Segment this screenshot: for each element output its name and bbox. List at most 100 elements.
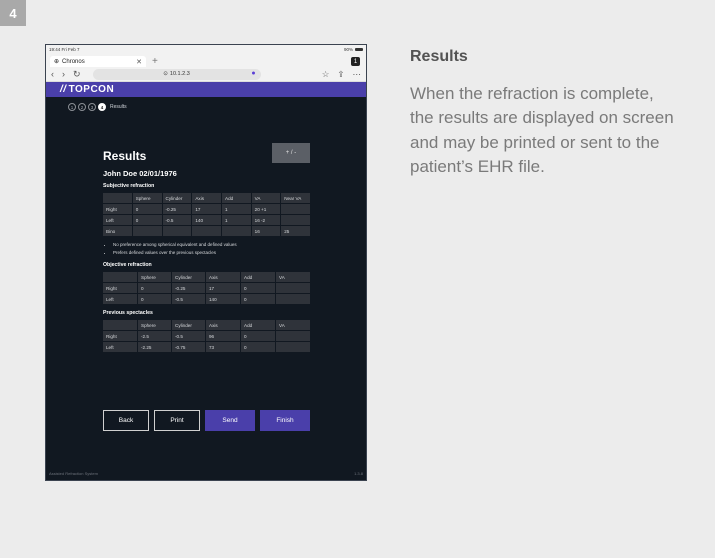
table-cell: 1 [222, 204, 251, 214]
header-cell: VA [276, 320, 310, 330]
table-row: Right 0 -0.25 17 0 [103, 283, 310, 293]
table-row: Left 0 -0.5 140 0 [103, 294, 310, 304]
browser-tab-bar: ⊕ Chronos ✕ + 1 [46, 53, 366, 67]
table-cell [276, 342, 310, 352]
header-cell: Axis [206, 272, 240, 282]
table-cell [276, 294, 310, 304]
step-2[interactable]: 2 [78, 103, 86, 111]
description-body: When the refraction is complete, the res… [410, 84, 674, 177]
header-cell: Add [241, 320, 275, 330]
plus-minus-toggle-button[interactable]: + / - [272, 143, 310, 163]
table-cell: -0.25 [172, 283, 205, 293]
row-label-cell: Bino [103, 226, 132, 236]
table-cell [281, 204, 310, 214]
row-label-cell: Left [103, 215, 132, 225]
row-label-cell: Right [103, 204, 132, 214]
table-cell: 17 [206, 283, 240, 293]
step-3[interactable]: 3 [88, 103, 96, 111]
header-cell: Add [222, 193, 251, 203]
forward-arrow-icon[interactable]: › [62, 69, 65, 79]
table-cell: 17 [192, 204, 221, 214]
status-time: 19:44 Fri Feb 7 [49, 46, 80, 52]
slide-card: 4 19:44 Fri Feb 7 90% ⊕ Chronos ✕ + 1 ‹ … [0, 0, 715, 558]
table-cell: -0.25 [162, 204, 192, 214]
table-cell: 0 [138, 283, 171, 293]
globe-icon: ⊕ [54, 59, 60, 65]
previous-section-title: Previous spectacles [103, 310, 153, 316]
table-cell: 0 [241, 331, 275, 341]
action-buttons: Back Print Send Finish [103, 410, 310, 431]
table-cell: -2.5 [138, 331, 171, 341]
table-cell [192, 226, 221, 236]
status-battery: 90% [344, 47, 363, 52]
table-row: Bino 16 25 [103, 226, 310, 236]
microphone-icon[interactable]: ● [251, 70, 255, 77]
send-button[interactable]: Send [205, 410, 255, 431]
more-options-icon[interactable]: ⋯ [353, 69, 362, 80]
table-row: Left 0 -0.5 140 1 16 -2 [103, 215, 310, 225]
objective-table: Sphere Cylinder Axis Add VA Right 0 -0.2… [102, 271, 311, 305]
table-row: Right -2.5 -0.5 96 0 [103, 331, 310, 341]
table-cell [132, 226, 162, 236]
footer-version: 1.3.8 [354, 471, 363, 476]
table-cell: -2.25 [138, 342, 171, 352]
back-arrow-icon[interactable]: ‹ [51, 69, 54, 79]
table-row: Right 0 -0.25 17 1 20 +1 [103, 204, 310, 214]
subjective-section-title: Subjective refraction [103, 183, 155, 189]
subjective-table: Sphere Cylinder Axis Add VA Near VA Righ… [102, 192, 311, 237]
results-content: Results + / - John Doe 02/01/1976 Subjec… [103, 143, 311, 353]
battery-icon [355, 47, 363, 52]
patient-info: John Doe 02/01/1976 [103, 169, 177, 178]
reload-icon[interactable]: ↻ [73, 69, 81, 80]
share-icon[interactable]: ⇪ [337, 69, 344, 80]
header-cell: Axis [192, 193, 221, 203]
header-cell [103, 272, 137, 282]
new-tab-icon[interactable]: + [152, 56, 158, 67]
step-4[interactable]: 4 [98, 103, 106, 111]
previous-table: Sphere Cylinder Axis Add VA Right -2.5 -… [102, 319, 311, 353]
table-cell: 0 [138, 294, 171, 304]
active-step-label: Results [110, 104, 127, 110]
table-cell: 140 [192, 215, 221, 225]
preference-notes: No preference among spherical equivalent… [113, 241, 311, 257]
header-cell: Cylinder [172, 320, 205, 330]
step-1[interactable]: 1 [68, 103, 76, 111]
topcon-logo: //TOPCON [60, 84, 115, 95]
tab-count-badge[interactable]: 1 [351, 57, 360, 66]
header-cell: Near VA [281, 193, 310, 203]
list-item: Prefers defined values over the previous… [113, 249, 311, 257]
finish-button[interactable]: Finish [260, 410, 310, 431]
browser-tab[interactable]: ⊕ Chronos ✕ [50, 56, 146, 67]
table-cell [276, 331, 310, 341]
header-cell: VA [276, 272, 310, 282]
url-bar[interactable]: ⊙ 10.1.2.3 ● [92, 68, 261, 80]
row-label-cell: Left [103, 342, 137, 352]
step-number-badge: 4 [0, 0, 26, 26]
table-cell: 0 [241, 294, 275, 304]
back-button[interactable]: Back [103, 410, 149, 431]
close-icon[interactable]: ✕ [136, 58, 142, 66]
header-cell: Cylinder [162, 193, 192, 203]
table-cell [222, 226, 251, 236]
table-cell [276, 283, 310, 293]
table-cell: 0 [241, 283, 275, 293]
header-cell: Cylinder [172, 272, 205, 282]
app-footer: Assisted Refraction System 1.3.8 [49, 471, 363, 476]
header-cell [103, 320, 137, 330]
bookmark-star-icon[interactable]: ☆ [322, 69, 330, 80]
table-header-row: Sphere Cylinder Axis Add VA Near VA [103, 193, 310, 203]
header-cell [103, 193, 132, 203]
description-panel: Results When the refraction is complete,… [410, 48, 680, 180]
footer-app-name: Assisted Refraction System [49, 471, 98, 476]
table-row: Left -2.25 -0.75 73 0 [103, 342, 310, 352]
header-cell: Sphere [138, 272, 171, 282]
brand-header: //TOPCON [46, 82, 366, 97]
table-header-row: Sphere Cylinder Axis Add VA [103, 272, 310, 282]
print-button[interactable]: Print [154, 410, 200, 431]
table-cell: 20 +1 [251, 204, 281, 214]
row-label-cell: Right [103, 283, 137, 293]
table-cell: 1 [222, 215, 251, 225]
table-cell: -0.5 [162, 215, 192, 225]
table-cell: -0.5 [172, 294, 205, 304]
table-cell [281, 215, 310, 225]
